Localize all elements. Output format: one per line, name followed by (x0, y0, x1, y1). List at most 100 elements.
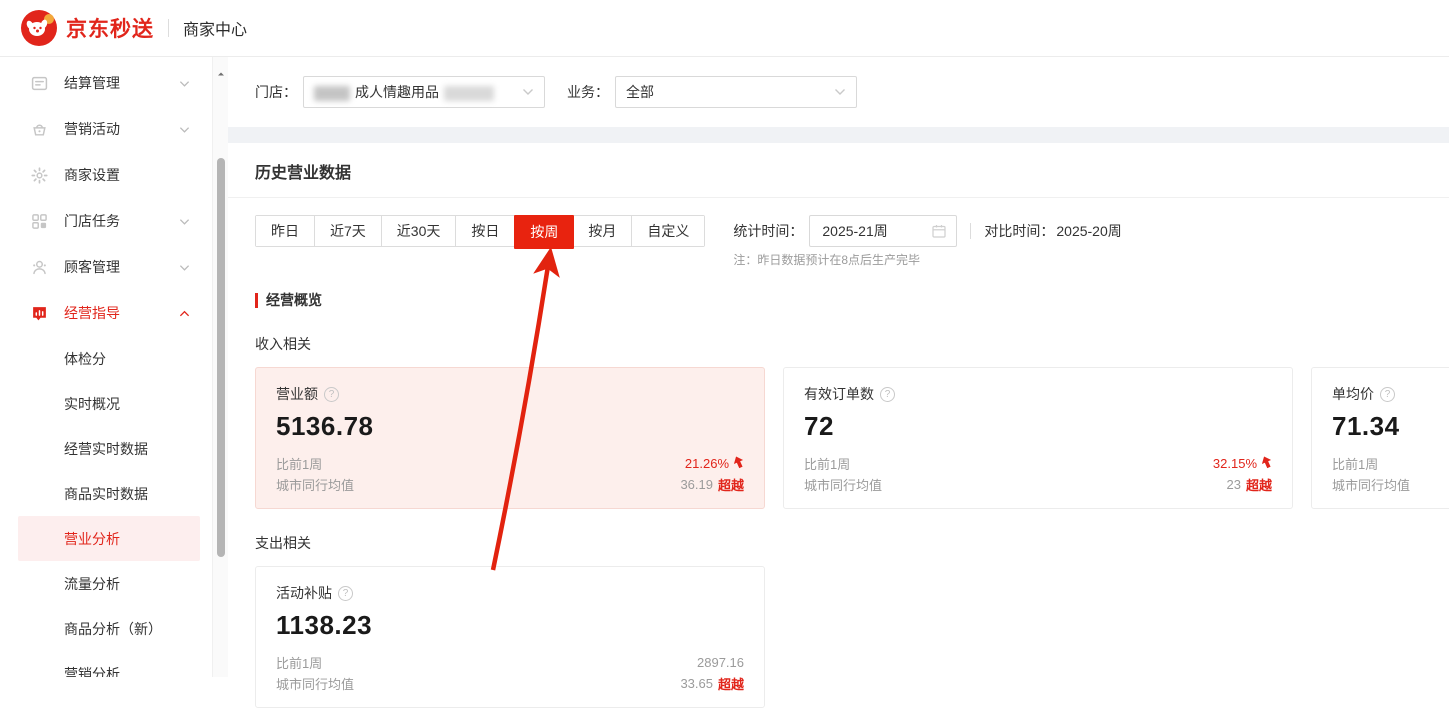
business-label: 业务： (567, 82, 609, 102)
sidebar-item-结算管理[interactable]: 结算管理 (0, 60, 212, 106)
time-tab-自定义[interactable]: 自定义 (632, 216, 704, 246)
sidebar-item-门店任务[interactable]: 门店任务 (0, 198, 212, 244)
sidebar-subitem-经营实时数据[interactable]: 经营实时数据 (18, 426, 200, 471)
card-row: 活动补贴? 1138.23 比前1周2897.16城市同行均值33.65超越 (255, 566, 765, 708)
settlement-icon (30, 74, 48, 92)
metric-card-有效订单数: 有效订单数?72比前1周32.15%城市同行均值23超越 (783, 367, 1293, 509)
comparison-row: 城市同行均值 (1332, 474, 1449, 495)
sidebar-scrollbar[interactable] (212, 57, 228, 677)
top-header: 京东秒送 商家中心 (0, 0, 1449, 57)
sidebar-sub-nav: 体检分实时概况经营实时数据商品实时数据营业分析流量分析商品分析（新） 营销分析 (0, 336, 212, 677)
sidebar-subitem-体检分[interactable]: 体检分 (18, 336, 200, 381)
sidebar-item-经营指导[interactable]: 经营指导 (0, 290, 212, 336)
group-title: 收入相关 (255, 334, 1422, 354)
overview-title: 经营概览 (266, 290, 322, 310)
sidebar-subitem-营销分析[interactable]: 营销分析 (18, 651, 200, 677)
calendar-icon (932, 224, 946, 238)
comparison-row: 比前1周2897.16 (276, 652, 744, 673)
time-tab-近7天[interactable]: 近7天 (315, 216, 382, 246)
sidebar-subitem-label: 商品实时数据 (64, 484, 148, 504)
sidebar-subitem-营业分析[interactable]: 营业分析 (18, 516, 200, 561)
portal-name: 商家中心 (183, 16, 247, 40)
time-area: 统计时间： 2025-21周 对比时间： 2025-20周 注：昨日数据预计在8… (733, 215, 1121, 268)
store-select-value: 成人情趣用品 (314, 82, 522, 102)
sidebar-subitem-label: 经营实时数据 (64, 439, 148, 459)
chevron-down-icon (179, 259, 190, 275)
overview-header: 经营概览 (255, 290, 1422, 310)
comparison-value: 23超越 (1227, 475, 1272, 494)
comparison-value: 32.15% (1213, 456, 1272, 471)
comparison-row: 城市同行均值 23超越 (804, 474, 1272, 495)
customers-icon (30, 258, 48, 276)
stat-time-picker[interactable]: 2025-21周 (809, 215, 957, 247)
data-note: 注：昨日数据预计在8点后生产完毕 (733, 251, 1121, 268)
brand-name: 京东秒送 (66, 13, 154, 43)
business-select[interactable]: 全部 (615, 76, 857, 108)
masked-text (444, 86, 494, 101)
group-title: 支出相关 (255, 533, 1422, 553)
chevron-up-icon (179, 305, 190, 321)
history-data-panel: 历史营业数据 昨日近7天近30天按日按周按月自定义 统计时间： 2025-21周 (228, 143, 1449, 708)
sidebar-main-nav: 结算管理营销活动商家设置门店任务顾客管理经营指导 (0, 60, 212, 336)
panel-title: 历史营业数据 (255, 155, 1422, 197)
sidebar-item-label: 商家设置 (64, 165, 190, 185)
metric-name: 有效订单数 (804, 384, 874, 404)
sidebar-item-顾客管理[interactable]: 顾客管理 (0, 244, 212, 290)
metric-value: 5136.78 (276, 411, 744, 442)
metric-card-活动补贴: 活动补贴? 1138.23 比前1周2897.16城市同行均值33.65超越 (255, 566, 765, 708)
time-tab-昨日[interactable]: 昨日 (256, 216, 315, 246)
metric-groups: 收入相关营业额?5136.78比前1周21.26%城市同行均值36.19超越有效… (255, 334, 1422, 708)
comparison-row: 比前1周32.15% (804, 453, 1272, 474)
exceed-badge: 超越 (1246, 475, 1272, 494)
scroll-up-icon[interactable] (216, 66, 226, 76)
time-tab-近30天[interactable]: 近30天 (382, 216, 457, 246)
sidebar-item-商家设置[interactable]: 商家设置 (0, 152, 212, 198)
time-tab-按月[interactable]: 按月 (573, 216, 632, 246)
filter-row: 门店： 成人情趣用品 业务： 全部 (228, 57, 1449, 127)
chevron-down-icon (522, 88, 534, 96)
metric-name: 活动补贴 (276, 583, 332, 603)
help-icon[interactable]: ? (880, 387, 895, 402)
comparison-row: 城市同行均值33.65超越 (276, 673, 744, 694)
sidebar-subitem-label: 实时概况 (64, 394, 120, 414)
time-toolbar: 昨日近7天近30天按日按周按月自定义 统计时间： 2025-21周 对比时间： (255, 215, 1422, 268)
time-tab-按周[interactable]: 按周 (514, 215, 574, 249)
help-icon[interactable]: ? (324, 387, 339, 402)
metric-name: 营业额 (276, 384, 318, 404)
guidance-icon (30, 304, 48, 322)
help-icon[interactable]: ? (1380, 387, 1395, 402)
sidebar-subitem-商品分析（新）[interactable]: 商品分析（新） (18, 606, 200, 651)
metric-card-单均价: 单均价? 71.34 比前1周城市同行均值 (1311, 367, 1449, 509)
help-icon[interactable]: ? (338, 586, 353, 601)
sidebar-subitem-label: 体检分 (64, 349, 106, 369)
sidebar-subitem-实时概况[interactable]: 实时概况 (18, 381, 200, 426)
chevron-down-icon (834, 88, 846, 96)
sidebar-item-label: 门店任务 (64, 211, 179, 231)
scrollbar-thumb[interactable] (217, 158, 225, 557)
comparison-row: 比前1周 (1332, 453, 1449, 474)
comparison-label: 比前1周 (1332, 454, 1378, 473)
sidebar-subitem-流量分析[interactable]: 流量分析 (18, 561, 200, 606)
marketing-icon (30, 120, 48, 138)
store-select[interactable]: 成人情趣用品 (303, 76, 545, 108)
compare-time-label: 对比时间： (984, 221, 1054, 241)
comparison-label: 城市同行均值 (1332, 475, 1410, 494)
chevron-down-icon (179, 213, 190, 229)
comparison-label: 城市同行均值 (804, 475, 882, 494)
time-separator (970, 223, 971, 239)
header-divider (168, 19, 169, 37)
sidebar-item-营销活动[interactable]: 营销活动 (0, 106, 212, 152)
compare-time-value: 2025-20周 (1056, 221, 1121, 241)
time-tab-按日[interactable]: 按日 (456, 216, 515, 246)
section-separator (228, 127, 1449, 143)
jd-logo (20, 9, 58, 47)
sidebar-subitem-label: 营业分析 (64, 529, 120, 549)
sidebar-subitem-label: 商品分析（新） (64, 619, 162, 639)
comparison-label: 城市同行均值 (276, 475, 354, 494)
metric-name: 单均价 (1332, 384, 1374, 404)
metric-value: 71.34 (1332, 411, 1449, 442)
section-accent-bar (255, 293, 258, 308)
sidebar-subitem-商品实时数据[interactable]: 商品实时数据 (18, 471, 200, 516)
metric-value: 1138.23 (276, 610, 744, 641)
gear-icon (30, 166, 48, 184)
